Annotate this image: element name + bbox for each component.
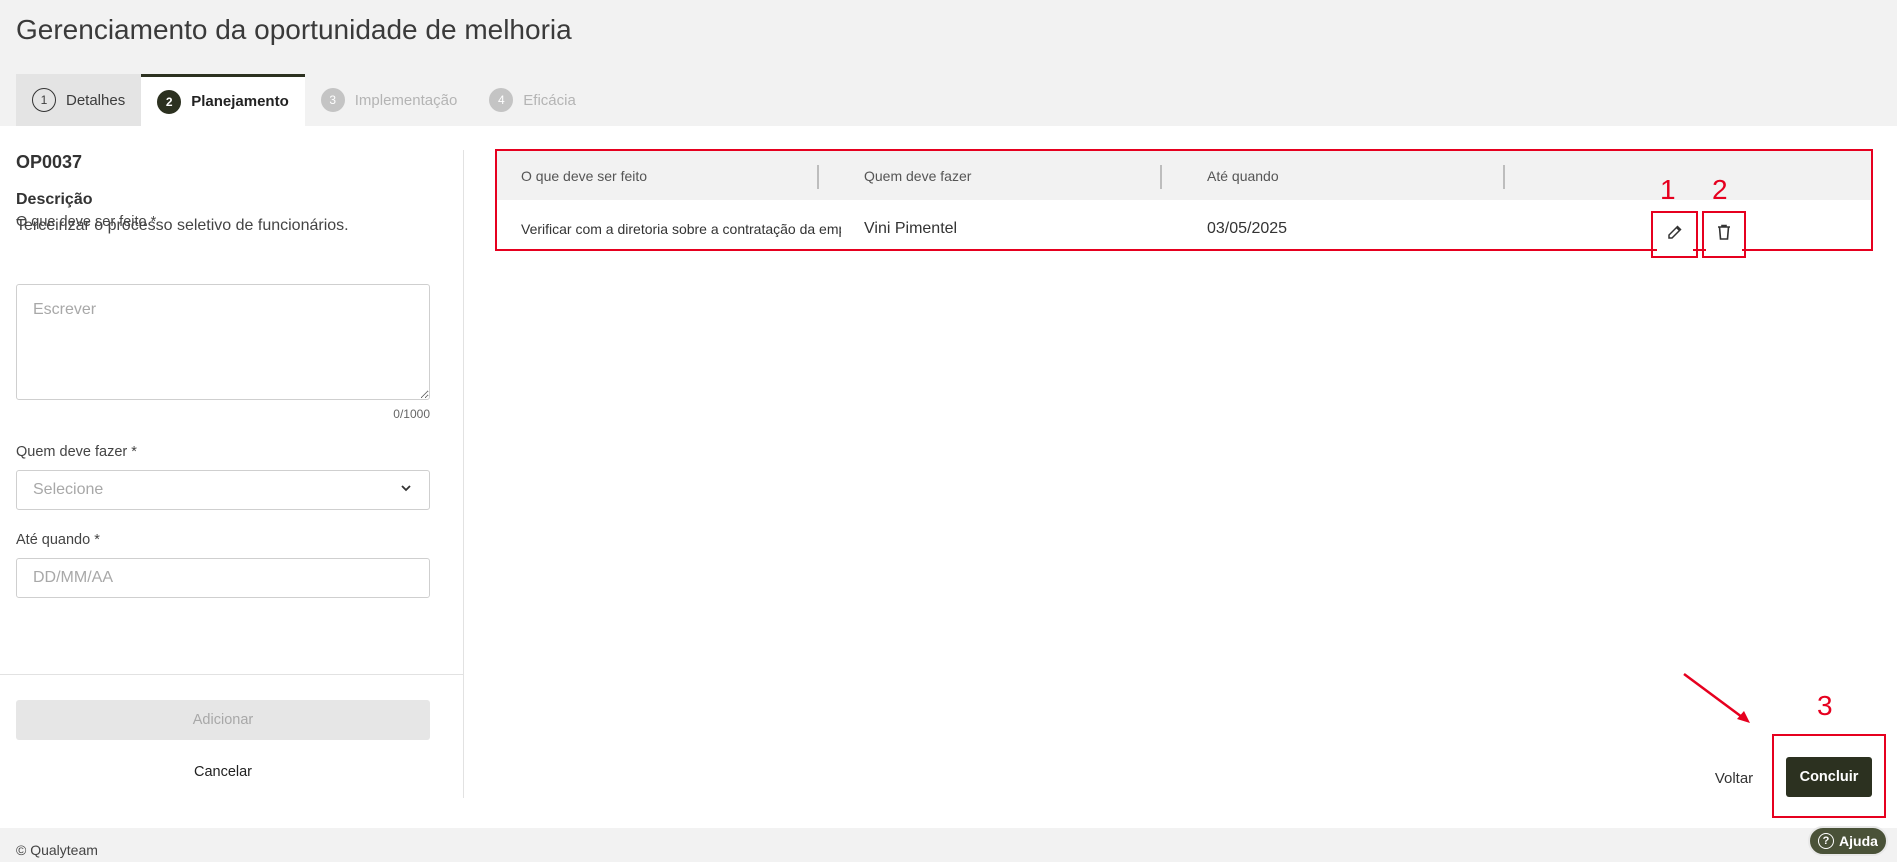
when-field-label: Até quando * <box>16 532 100 548</box>
date-input[interactable] <box>16 558 430 598</box>
highlight-edit <box>1651 211 1698 258</box>
plan-form: OP0037 Descrição Terceirizar o processo … <box>0 126 464 798</box>
character-counter: 0/1000 <box>393 407 430 421</box>
question-circle-icon: ? <box>1818 833 1835 849</box>
row-what-cell: Verificar com a diretoria sobre a contra… <box>521 221 841 237</box>
annotation-1: 1 <box>1660 174 1676 205</box>
tab-planejamento[interactable]: 2 Planejamento <box>141 74 305 126</box>
tab-implementacao: 3 Implementação <box>305 74 474 126</box>
help-label: Ajuda <box>1839 833 1878 849</box>
help-button[interactable]: ? Ajuda <box>1808 826 1888 856</box>
what-textarea[interactable] <box>16 284 430 400</box>
column-separator <box>1160 165 1162 189</box>
tab-detalhes[interactable]: 1 Detalhes <box>16 74 142 126</box>
step-number: 1 <box>32 88 56 112</box>
who-field-label: Quem deve fazer * <box>16 444 137 460</box>
copyright-text: © Qualyteam <box>16 842 98 858</box>
what-field-label: O que deve ser feito * <box>16 214 157 230</box>
tab-label: Detalhes <box>66 91 126 109</box>
footer: © Qualyteam <box>0 828 1897 862</box>
main-content: OP0037 Descrição Terceirizar o processo … <box>0 126 1897 828</box>
row-when-cell: 03/05/2025 <box>1207 220 1288 237</box>
annotation-3: 3 <box>1817 690 1833 721</box>
column-header-who: Quem deve fazer <box>864 168 972 184</box>
form-divider <box>0 674 463 675</box>
tab-eficacia: 4 Eficácia <box>473 74 592 126</box>
conclude-button[interactable]: Concluir <box>1786 757 1872 797</box>
tab-label: Planejamento <box>191 93 289 110</box>
step-number: 3 <box>320 88 345 112</box>
row-who-cell: Vini Pimentel <box>864 220 958 237</box>
column-divider <box>463 150 464 798</box>
stepper-tabs: 1 Detalhes 2 Planejamento 3 Implementaçã… <box>16 74 592 126</box>
step-number: 2 <box>157 89 182 114</box>
annotation-2: 2 <box>1712 174 1728 205</box>
opportunity-code: OP0037 <box>16 152 83 172</box>
page-header: Gerenciamento da oportunidade de melhori… <box>0 0 1897 126</box>
who-select[interactable]: Selecione <box>16 470 430 510</box>
description-label: Descrição <box>16 191 93 208</box>
back-button[interactable]: Voltar <box>1704 761 1764 795</box>
column-header-when: Até quando <box>1207 168 1279 184</box>
step-number: 4 <box>489 88 514 112</box>
who-select-placeholder: Selecione <box>33 481 104 498</box>
chevron-down-icon <box>399 481 413 500</box>
column-header-what: O que deve ser feito <box>521 168 648 184</box>
highlight-delete <box>1702 211 1746 258</box>
add-button[interactable]: Adicionar <box>16 700 430 740</box>
column-separator <box>817 165 819 189</box>
column-separator <box>1503 165 1505 189</box>
cancel-button[interactable]: Cancelar <box>16 754 430 790</box>
page-title: Gerenciamento da oportunidade de melhori… <box>16 14 572 45</box>
tab-label: Eficácia <box>523 91 576 109</box>
annotation-arrow <box>1683 672 1750 723</box>
tab-label: Implementação <box>354 91 458 109</box>
